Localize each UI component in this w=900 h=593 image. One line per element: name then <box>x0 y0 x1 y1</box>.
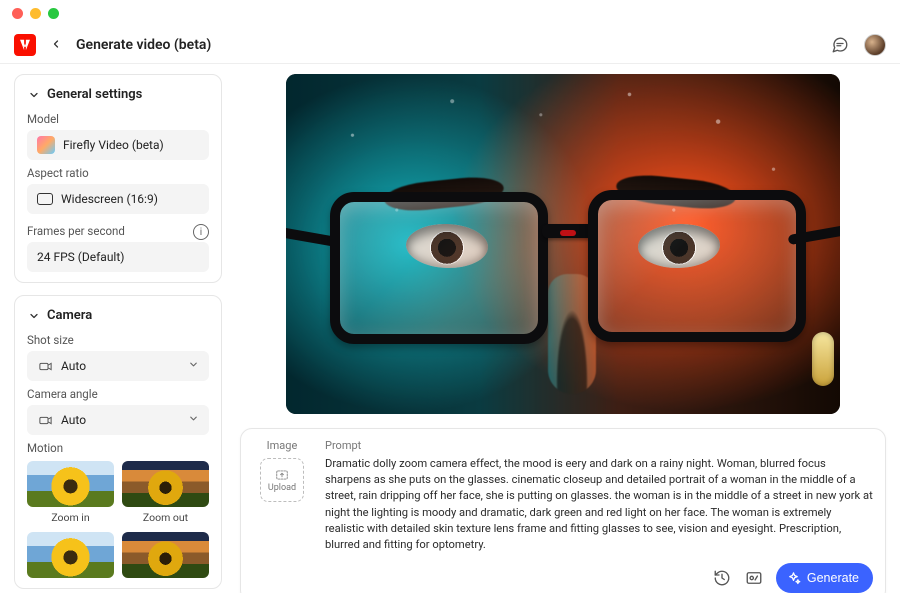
settings-sidebar: General settings Model Firefly Video (be… <box>0 64 232 593</box>
prompt-column-label: Prompt <box>325 439 873 452</box>
motion-thumb-zoom-out <box>122 461 209 507</box>
motion-thumb-zoom-in <box>27 461 114 507</box>
model-label: Model <box>27 112 209 126</box>
prompt-bar: Image Upload Prompt Dramatic dolly zoom … <box>240 428 886 593</box>
fps-label: Frames per second <box>27 224 125 238</box>
aspect-ratio-label: Aspect ratio <box>27 166 209 180</box>
image-column-label: Image <box>267 439 298 452</box>
camera-icon <box>37 412 53 428</box>
camera-panel-toggle[interactable]: Camera <box>27 308 209 323</box>
motion-label-zoom-out: Zoom out <box>143 511 188 524</box>
video-preview[interactable] <box>286 74 840 414</box>
chevron-down-icon <box>27 309 41 323</box>
prompt-settings-button[interactable] <box>744 568 764 588</box>
chevron-down-icon <box>27 88 41 102</box>
model-value: Firefly Video (beta) <box>63 138 164 152</box>
window-minimize-icon[interactable] <box>30 8 41 19</box>
generate-button-label: Generate <box>807 571 859 585</box>
camera-panel: Camera Shot size Auto Camera angle Auto <box>14 295 222 589</box>
aspect-ratio-select[interactable]: Widescreen (16:9) <box>27 184 209 214</box>
upload-icon <box>274 468 290 482</box>
motion-label-zoom-in: Zoom in <box>51 511 89 524</box>
main-area: Image Upload Prompt Dramatic dolly zoom … <box>232 64 900 593</box>
window-close-icon[interactable] <box>12 8 23 19</box>
fps-select[interactable]: 24 FPS (Default) <box>27 242 209 272</box>
history-button[interactable] <box>712 568 732 588</box>
fps-value: 24 FPS (Default) <box>37 250 124 264</box>
window-titlebar <box>0 0 900 26</box>
back-button[interactable] <box>46 32 66 58</box>
user-avatar[interactable] <box>864 34 886 56</box>
widescreen-icon <box>37 191 53 207</box>
fps-info-icon[interactable]: i <box>193 224 209 240</box>
adobe-logo-icon <box>14 34 36 56</box>
motion-thumb-extra-2 <box>122 532 209 578</box>
firefly-model-icon <box>37 136 55 154</box>
model-select[interactable]: Firefly Video (beta) <box>27 130 209 160</box>
general-settings-panel: General settings Model Firefly Video (be… <box>14 74 222 283</box>
motion-thumb-extra-1 <box>27 532 114 578</box>
top-bar: Generate video (beta) <box>0 26 900 64</box>
window-zoom-icon[interactable] <box>48 8 59 19</box>
generate-button[interactable]: Generate <box>776 563 873 593</box>
feedback-icon[interactable] <box>830 35 850 55</box>
chevron-down-icon <box>188 413 199 427</box>
upload-label: Upload <box>268 483 296 493</box>
camera-angle-value: Auto <box>61 413 86 427</box>
shot-size-select[interactable]: Auto <box>27 351 209 381</box>
camera-heading: Camera <box>47 308 92 323</box>
motion-option-extra-2[interactable] <box>122 532 209 578</box>
shot-size-value: Auto <box>61 359 86 373</box>
camera-angle-select[interactable]: Auto <box>27 405 209 435</box>
camera-icon <box>37 358 53 374</box>
camera-angle-label: Camera angle <box>27 387 209 401</box>
motion-option-zoom-in[interactable]: Zoom in <box>27 461 114 524</box>
page-title: Generate video (beta) <box>76 37 211 53</box>
chevron-down-icon <box>188 359 199 373</box>
aspect-ratio-value: Widescreen (16:9) <box>61 192 158 206</box>
shot-size-label: Shot size <box>27 333 209 347</box>
motion-label: Motion <box>27 441 209 455</box>
upload-image-button[interactable]: Upload <box>260 458 304 502</box>
general-settings-toggle[interactable]: General settings <box>27 87 209 102</box>
motion-option-zoom-out[interactable]: Zoom out <box>122 461 209 524</box>
general-settings-heading: General settings <box>47 87 142 102</box>
prompt-input[interactable]: Dramatic dolly zoom camera effect, the m… <box>325 456 873 553</box>
sparkle-icon <box>786 571 801 586</box>
motion-option-extra-1[interactable] <box>27 532 114 578</box>
